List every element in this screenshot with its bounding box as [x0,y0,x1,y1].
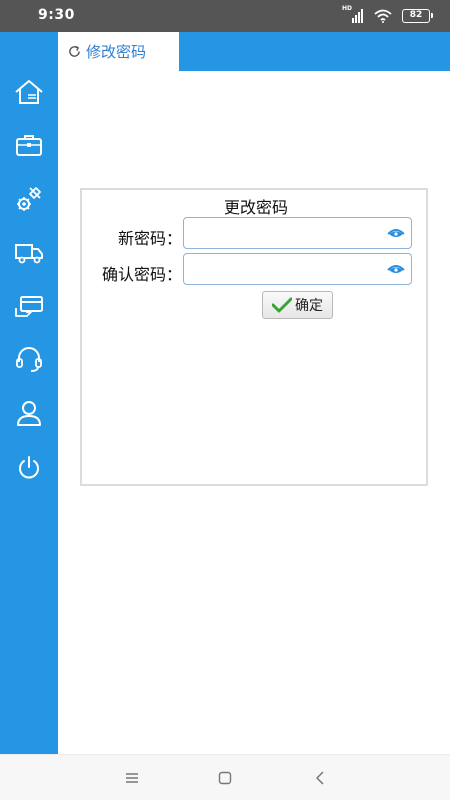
battery-icon: 82 [402,9,433,23]
menu-icon [126,773,138,783]
back-icon [316,771,324,785]
user-icon [17,401,41,426]
network-label: HD [342,5,353,12]
sidebar-item-home[interactable] [13,76,45,108]
confirm-button-label: 确定 [295,298,323,314]
battery-level: 82 [409,10,423,20]
sidebar-item-support[interactable] [13,343,45,375]
truck-icon [15,244,43,264]
tab-label: 修改密码 [86,43,147,61]
home-icon [15,80,43,104]
confirm-password-input[interactable] [190,258,380,280]
change-password-panel: 更改密码 新密码： 确认密码： 确定 [80,188,428,486]
wrench-gear-icon [17,187,41,211]
new-password-label: 新密码： [117,229,182,248]
sidebar-item-user[interactable] [13,397,45,429]
eye-icon[interactable] [387,227,405,240]
home-square-icon [218,771,232,785]
new-password-field-wrapper [183,217,412,249]
status-time: 9:30 [38,7,75,23]
refresh-icon[interactable] [68,45,82,59]
power-icon [19,456,39,479]
new-password-input[interactable] [190,222,380,244]
tab-change-password[interactable]: 修改密码 [58,32,179,71]
status-icons: HD 82 [342,5,433,24]
confirm-password-label: 确认密码： [101,265,182,284]
sidebar [0,32,58,754]
system-nav-bar [0,754,450,800]
card-icon [15,296,43,317]
headset-icon [16,347,42,372]
status-bar: 9:30 HD 82 [0,0,450,32]
briefcase-icon [16,135,42,156]
sidebar-item-power[interactable] [13,452,45,484]
confirm-button[interactable]: 确定 [262,291,333,319]
sidebar-item-briefcase[interactable] [13,129,45,161]
confirm-password-field-wrapper [183,253,412,285]
sidebar-item-card[interactable] [13,290,45,322]
eye-icon[interactable] [387,263,405,276]
signal-icon: HD [342,5,364,24]
home-button[interactable] [214,767,236,789]
checkmark-icon [272,297,292,313]
panel-title: 更改密码 [223,198,288,217]
sidebar-item-truck[interactable] [13,236,45,268]
menu-button[interactable] [121,767,143,789]
sidebar-item-tools[interactable] [13,183,45,215]
back-button[interactable] [309,767,331,789]
wifi-icon [374,9,392,23]
